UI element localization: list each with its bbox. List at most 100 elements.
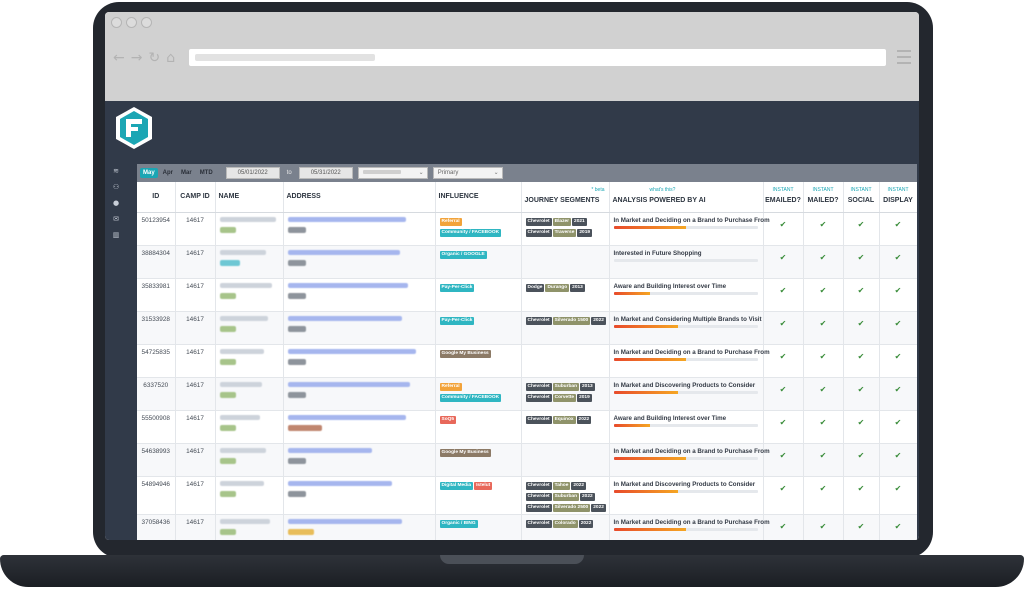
cell-camp-id: 14617 xyxy=(175,443,216,476)
address-link-blurred[interactable] xyxy=(287,447,372,453)
influence-tag[interactable]: Community / FACEBOOK xyxy=(439,393,502,402)
segment-year-tag: 2013 xyxy=(570,283,585,292)
col-header-emailed[interactable]: INSTANT EMAILED? xyxy=(763,182,804,213)
influence-tag[interactable]: Digital Media xyxy=(439,481,474,490)
check-icon: ✔ xyxy=(819,483,827,493)
cell-influence: Organic / BING xyxy=(435,514,522,540)
analysis-text: Interested in Future Shopping xyxy=(613,249,702,257)
table-row[interactable]: 35833981 14617 Pay-Per-Click Dodge Durango 20… xyxy=(137,278,917,311)
table-row[interactable]: 54894946 14617 Digital Media Istelut Chevrol… xyxy=(137,476,917,514)
browser-nav: ← → ↻ ⌂ xyxy=(113,50,175,66)
segment-year-tag: 2013 xyxy=(580,382,595,391)
influence-tag[interactable]: Google My Business xyxy=(439,448,491,457)
mail-icon[interactable]: ✉ xyxy=(112,215,120,223)
col-header-name[interactable]: NAME xyxy=(215,182,284,213)
check-icon: ✔ xyxy=(819,351,827,361)
address-link-blurred[interactable] xyxy=(287,348,416,354)
date-to-input[interactable]: 05/31/2022 xyxy=(298,167,353,179)
influence-tag[interactable]: Organic / BING xyxy=(439,519,478,528)
hamburger-menu-icon[interactable] xyxy=(897,50,911,64)
analysis-score-bar xyxy=(613,225,758,229)
influence-tag[interactable]: Pay-Per-Click xyxy=(439,283,475,292)
table-row[interactable]: 6337520 14617 Referral Community / FACEBOOK… xyxy=(137,377,917,410)
col-header-analysis[interactable]: what's this? ANALYSIS POWERED BY AI xyxy=(609,182,764,213)
table-row[interactable]: 54638993 14617 Google My Business In Market… xyxy=(137,443,917,476)
address-link-blurred[interactable] xyxy=(287,518,402,524)
cell-mailed: ✔ xyxy=(803,212,844,245)
influence-tag[interactable]: Referral xyxy=(439,382,462,391)
address-link-blurred[interactable] xyxy=(287,315,402,321)
journey-segment: Chevrolet Suburban 2013 xyxy=(525,382,609,393)
influence-tag[interactable]: Google My Business xyxy=(439,349,491,358)
chat-icon[interactable]: ● xyxy=(112,199,120,207)
users-icon[interactable]: ⚇ xyxy=(112,183,120,191)
address-link-blurred[interactable] xyxy=(287,249,400,255)
cell-address-blurred xyxy=(283,377,436,410)
cell-camp-id: 14617 xyxy=(175,245,216,278)
segment-year-tag: 2022 xyxy=(576,415,592,424)
forward-arrow-icon[interactable]: → xyxy=(131,50,143,66)
name-badge-blurred xyxy=(219,457,236,464)
name-badge-blurred xyxy=(219,528,236,535)
influence-tag[interactable]: Organic / GOOGLE xyxy=(439,250,487,259)
beta-note: * beta xyxy=(591,187,605,193)
col-header-id[interactable]: ID xyxy=(137,182,176,213)
col-header-mailed[interactable]: INSTANT MAILED? xyxy=(803,182,844,213)
cell-influence: Pay-Per-Click xyxy=(435,311,522,344)
home-icon[interactable]: ⌂ xyxy=(166,50,175,66)
primary-select[interactable]: Primary ⌄ xyxy=(432,167,503,179)
journey-segment: Chevrolet Corvette 2019 xyxy=(525,393,609,404)
table-row[interactable]: 37058436 14617 Organic / BING Chevrolet Colo… xyxy=(137,514,917,540)
cell-camp-id: 14617 xyxy=(175,410,216,443)
table-row[interactable]: 50123954 14617 Referral Community / FACEBOO… xyxy=(137,212,917,245)
minimize-window-dot[interactable] xyxy=(126,17,137,28)
whats-this-link[interactable]: what's this? xyxy=(650,187,676,193)
influence-tag[interactable]: Referral xyxy=(439,217,462,226)
segment-year-tag: 2022 xyxy=(591,503,606,512)
cell-influence: Referral Community / FACEBOOK xyxy=(435,212,522,245)
col-header-address[interactable]: ADDRESS xyxy=(283,182,436,213)
cell-emailed: ✔ xyxy=(763,476,804,514)
segment-model-tag: Silverado 2500 xyxy=(552,503,591,512)
address-link-blurred[interactable] xyxy=(287,216,406,222)
month-tab-apr[interactable]: Apr xyxy=(160,168,176,178)
address-link-blurred[interactable] xyxy=(287,414,406,420)
date-from-input[interactable]: 05/01/2022 xyxy=(225,167,280,179)
influence-tag[interactable]: SoQ5 xyxy=(439,415,457,424)
cell-address-blurred xyxy=(283,476,436,514)
journey-segment: Chevrolet Silverado 2500 2022 xyxy=(525,503,609,514)
month-tab-may[interactable]: May xyxy=(140,168,158,178)
month-tab-mtd[interactable]: MTD xyxy=(197,168,216,178)
laptop-screen: ← → ↻ ⌂ ≋ ⚇ ● ✉ ▥ May Apr Mar MTD 05/01/… xyxy=(105,12,919,540)
influence-tag[interactable]: Pay-Per-Click xyxy=(439,316,475,325)
influence-tag[interactable]: Community / FACEBOOK xyxy=(439,228,502,237)
check-icon: ✔ xyxy=(779,252,787,262)
address-link-blurred[interactable] xyxy=(287,480,392,486)
bar-chart-icon[interactable]: ▥ xyxy=(112,231,120,239)
col-header-camp-id[interactable]: CAMP ID xyxy=(175,182,216,213)
col-header-journey-segments[interactable]: * beta JOURNEY SEGMENTS xyxy=(521,182,610,213)
col-header-social[interactable]: INSTANT SOCIAL xyxy=(843,182,880,213)
address-link-blurred[interactable] xyxy=(287,282,408,288)
cell-journey-segments: Chevrolet Tahoe 2022 Chevrolet Suburban 2022 C… xyxy=(521,476,610,514)
influence-tag[interactable]: Istelut xyxy=(474,481,493,490)
layers-icon[interactable]: ≋ xyxy=(112,167,120,175)
chevron-down-icon: ⌄ xyxy=(493,170,499,176)
cell-social: ✔ xyxy=(843,344,880,377)
reload-icon[interactable]: ↻ xyxy=(148,50,160,66)
col-header-influence[interactable]: INFLUENCE xyxy=(435,182,522,213)
address-bar[interactable] xyxy=(189,49,886,66)
maximize-window-dot[interactable] xyxy=(141,17,152,28)
table-row[interactable]: 38884304 14617 Organic / GOOGLE Interested … xyxy=(137,245,917,278)
name-badge-blurred xyxy=(219,391,236,398)
table-row[interactable]: 55500908 14617 SoQ5 Chevrolet Equinox 2022 Awa… xyxy=(137,410,917,443)
table-row[interactable]: 31533928 14617 Pay-Per-Click Chevrolet Silve… xyxy=(137,311,917,344)
col-header-display[interactable]: INSTANT DISPLAY xyxy=(879,182,917,213)
month-tab-mar[interactable]: Mar xyxy=(178,168,195,178)
table-row[interactable]: 54725835 14617 Google My Business In Market… xyxy=(137,344,917,377)
address-link-blurred[interactable] xyxy=(287,381,410,387)
name-blurred xyxy=(219,315,268,321)
campaign-select[interactable]: ⌄ xyxy=(357,167,428,179)
close-window-dot[interactable] xyxy=(111,17,122,28)
back-arrow-icon[interactable]: ← xyxy=(113,50,125,66)
